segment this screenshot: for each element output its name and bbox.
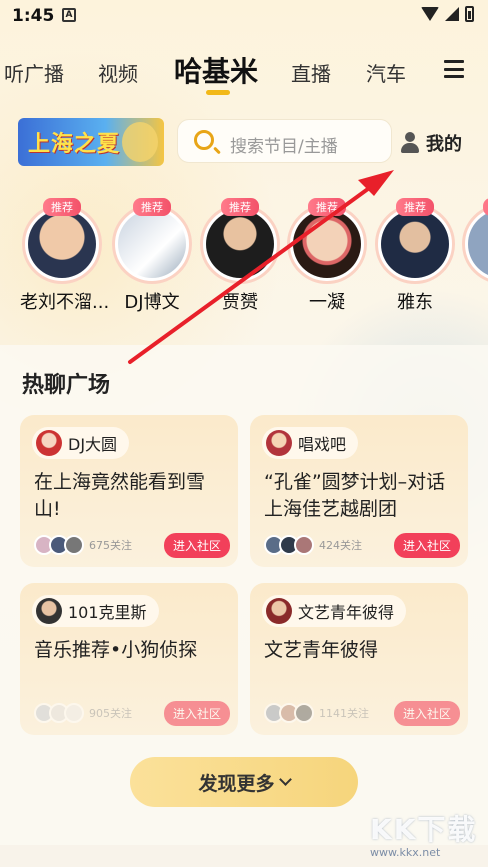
discover-more-button[interactable]: 发现更多 xyxy=(130,757,358,807)
battery-icon xyxy=(465,6,474,22)
follow-count: 424关注 xyxy=(319,539,362,552)
join-community-button[interactable]: 进入社区 xyxy=(163,701,230,726)
tab-car[interactable]: 汽车 xyxy=(366,58,406,87)
card-title: “孔雀”圆梦计划–对话上海佳艺越剧团 xyxy=(264,471,446,520)
card-title: 文艺青年彼得 xyxy=(264,639,379,661)
recommend-badge: 推荐 xyxy=(43,198,81,216)
community-avatar xyxy=(266,430,292,456)
mine-button[interactable]: 我的 xyxy=(400,130,462,156)
tab-radio[interactable]: 听广播 xyxy=(4,58,64,87)
member-avatar xyxy=(294,703,314,723)
signal-icon xyxy=(445,7,459,21)
tab-video[interactable]: 视频 xyxy=(98,58,138,87)
status-icons xyxy=(421,6,474,22)
host-item[interactable]: 推荐 DJ博文 xyxy=(110,198,194,314)
recommend-badge: 推荐 xyxy=(221,198,259,216)
recommend-badge: 推荐 xyxy=(396,198,434,216)
chevron-down-icon xyxy=(278,773,292,786)
host-name: 贾赟 xyxy=(222,292,258,313)
status-bar: 1:45 A xyxy=(0,0,488,34)
follow-count: 905关注 xyxy=(89,707,132,720)
recommend-badge: 推荐 xyxy=(308,198,346,216)
banner-text: 上海之夏 xyxy=(28,132,121,157)
tab-live[interactable]: 直播 xyxy=(291,58,331,87)
card-footer: 1141关注 xyxy=(264,703,369,723)
card-header: 101克里斯 xyxy=(32,595,159,627)
community-name: 文艺青年彼得 xyxy=(298,603,395,622)
host-name: DJ博文 xyxy=(124,292,180,313)
member-avatar xyxy=(64,703,84,723)
join-community-button[interactable]: 进入社区 xyxy=(163,533,230,558)
discover-more-label: 发现更多 xyxy=(198,772,275,795)
summer-banner[interactable]: 上海之夏 xyxy=(18,118,164,166)
search-input[interactable]: 搜索节目/主播 xyxy=(177,119,392,163)
community-card[interactable]: 101克里斯 音乐推荐•小狗侦探 905关注 进入社区 xyxy=(20,583,238,735)
card-header: DJ大圆 xyxy=(32,427,130,459)
mine-label: 我的 xyxy=(426,134,462,155)
host-avatar xyxy=(381,210,449,278)
recommended-hosts: 推荐 老刘不溜... 推荐 DJ博文 推荐 贾赟 推荐 一凝 推荐 雅东 推荐 … xyxy=(0,198,488,318)
recommend-badge: 推荐 xyxy=(133,198,171,216)
follow-count: 1141关注 xyxy=(319,707,369,720)
community-avatar xyxy=(36,430,62,456)
host-item[interactable]: 推荐 雅东 xyxy=(373,198,457,314)
tab-hajimi[interactable]: 哈基米 xyxy=(174,50,258,90)
search-icon xyxy=(194,130,214,150)
hot-chat-section: 热聊广场 DJ大圆 在上海竟然能看到雪山! 675关注 进入社区 唱戏吧 “孔雀… xyxy=(0,345,488,845)
card-title: 在上海竟然能看到雪山! xyxy=(34,471,206,520)
member-avatar xyxy=(294,535,314,555)
search-placeholder: 搜索节目/主播 xyxy=(230,137,338,157)
community-card[interactable]: 文艺青年彼得 文艺青年彼得 1141关注 进入社区 xyxy=(250,583,468,735)
card-header: 唱戏吧 xyxy=(262,427,359,459)
user-icon xyxy=(400,132,420,154)
card-footer: 675关注 xyxy=(34,535,132,555)
host-name: 老刘不溜... xyxy=(20,292,110,313)
card-title: 音乐推荐•小狗侦探 xyxy=(34,639,198,661)
channel-tabs: 听广播 视频 哈基米 直播 汽车 xyxy=(0,48,488,98)
host-name: 雅东 xyxy=(397,292,433,313)
host-name: 秋 xyxy=(460,288,488,314)
host-name: 一凝 xyxy=(309,292,345,313)
notification-icon: A xyxy=(62,8,76,22)
join-community-button[interactable]: 进入社区 xyxy=(393,533,460,558)
active-tab-indicator xyxy=(206,90,230,95)
wifi-icon xyxy=(421,7,439,21)
community-card[interactable]: 唱戏吧 “孔雀”圆梦计划–对话上海佳艺越剧团 424关注 进入社区 xyxy=(250,415,468,567)
community-avatar xyxy=(36,598,62,624)
host-item[interactable]: 推荐 秋 xyxy=(460,198,488,314)
community-name: 101克里斯 xyxy=(68,603,147,622)
join-community-button[interactable]: 进入社区 xyxy=(393,701,460,726)
host-avatar xyxy=(293,210,361,278)
host-item[interactable]: 推荐 一凝 xyxy=(285,198,369,314)
section-title: 热聊广场 xyxy=(22,373,111,398)
host-avatar xyxy=(206,210,274,278)
follow-count: 675关注 xyxy=(89,539,132,552)
host-avatar xyxy=(468,210,488,278)
host-avatar xyxy=(28,210,96,278)
menu-icon[interactable] xyxy=(444,60,464,78)
community-name: 唱戏吧 xyxy=(298,435,347,454)
watermark-logo: KK下载 www.kkx.net xyxy=(370,808,482,864)
card-footer: 424关注 xyxy=(264,535,362,555)
community-name: DJ大圆 xyxy=(68,435,118,454)
community-avatar xyxy=(266,598,292,624)
card-header: 文艺青年彼得 xyxy=(262,595,407,627)
community-card[interactable]: DJ大圆 在上海竟然能看到雪山! 675关注 进入社区 xyxy=(20,415,238,567)
status-time: 1:45 xyxy=(12,6,55,26)
member-avatar xyxy=(64,535,84,555)
banner-illustration xyxy=(122,122,158,162)
host-item[interactable]: 推荐 贾赟 xyxy=(198,198,282,314)
host-avatar xyxy=(118,210,186,278)
card-footer: 905关注 xyxy=(34,703,132,723)
watermark-text: KK下载 xyxy=(370,813,478,846)
host-item[interactable]: 推荐 老刘不溜... xyxy=(20,198,110,314)
